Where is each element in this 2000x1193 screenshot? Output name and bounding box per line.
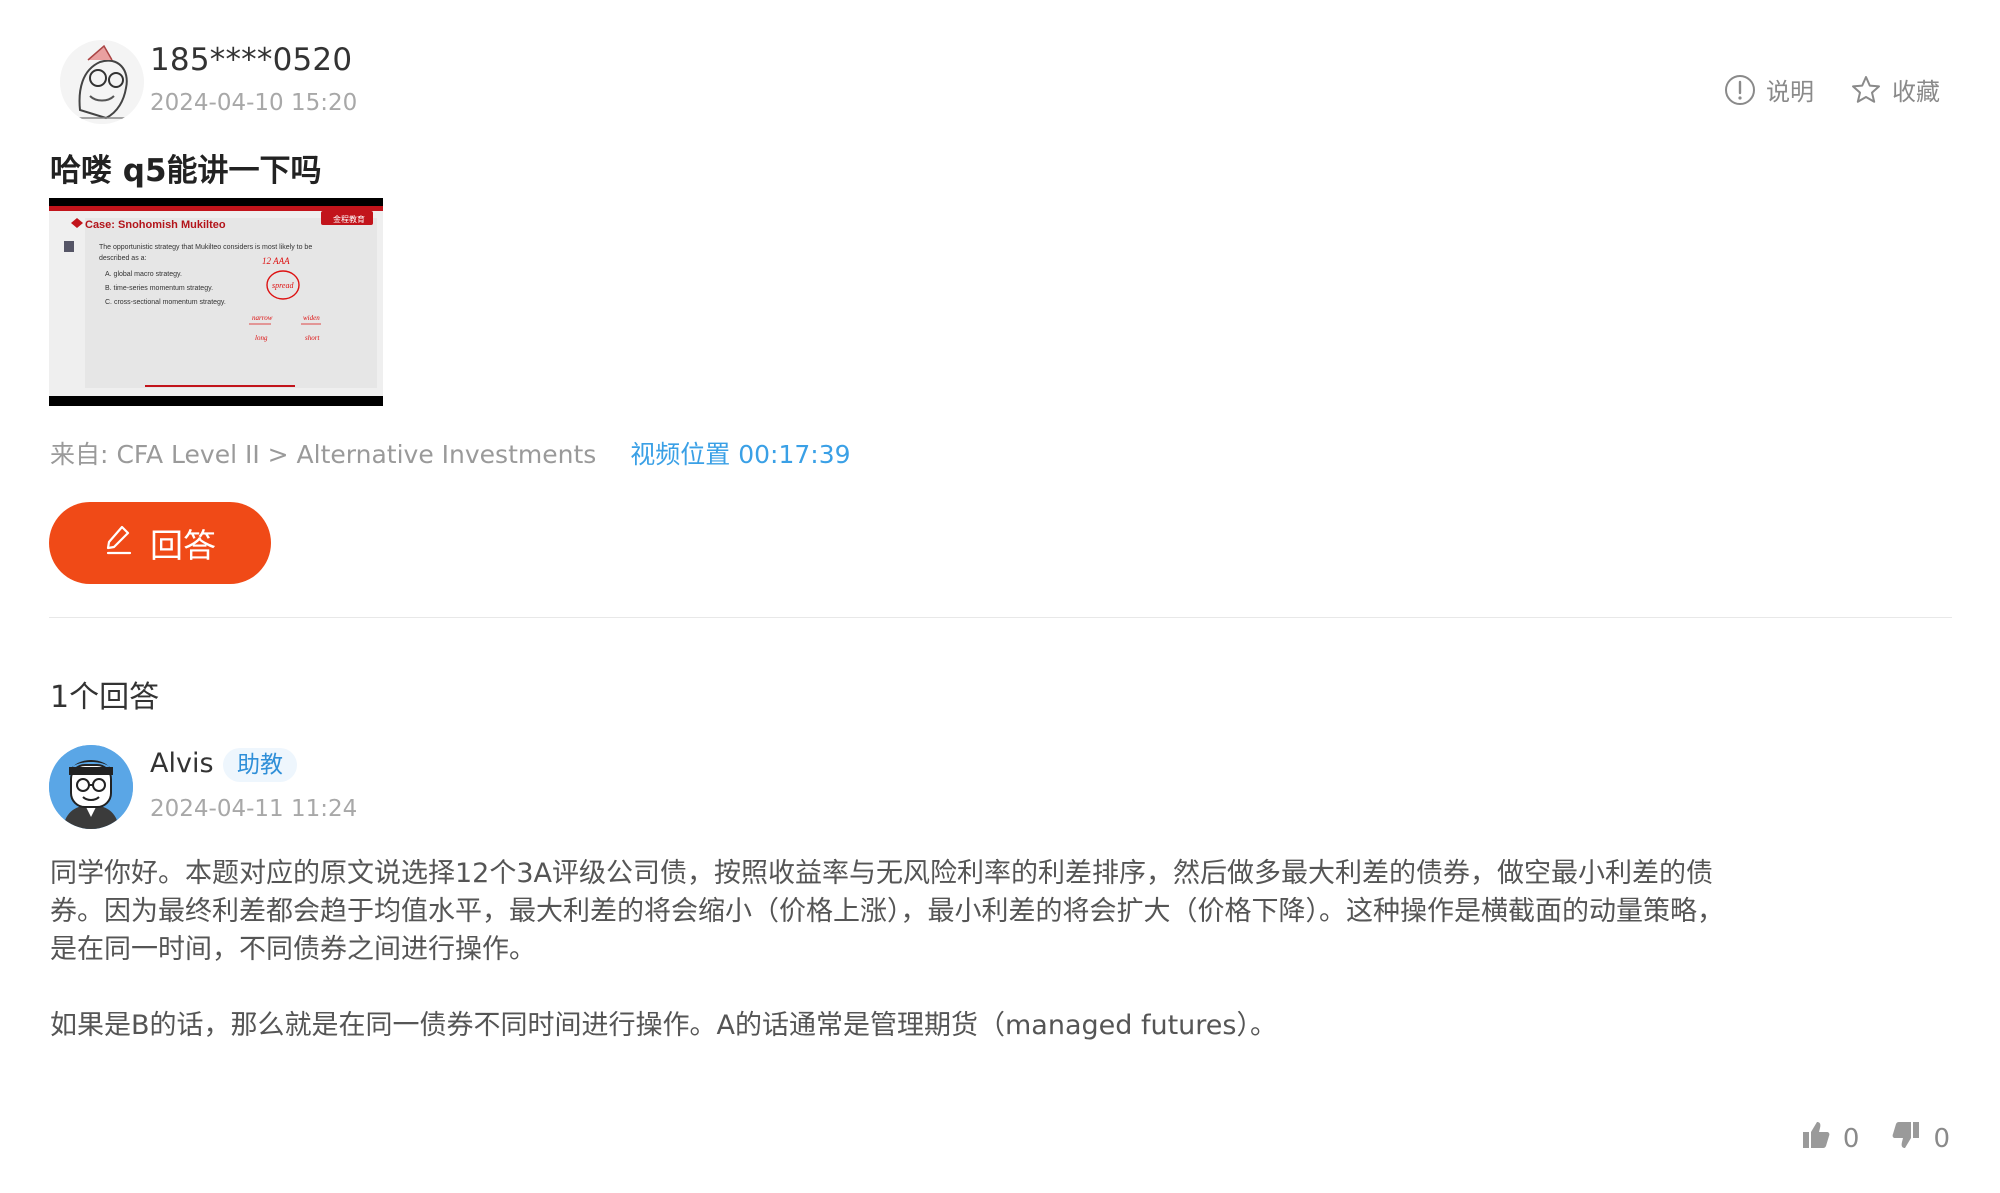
answer-button-label: 回答 bbox=[150, 527, 216, 564]
thumb-option-b: B. time-series momentum strategy. bbox=[105, 285, 213, 292]
pen-icon bbox=[104, 523, 134, 563]
question-title: 哈喽 q5能讲一下吗 bbox=[50, 153, 322, 189]
question-source: 来自: CFA Level II > Alternative Investmen… bbox=[50, 435, 851, 471]
video-position-link[interactable]: 视频位置 00:17:39 bbox=[630, 435, 850, 471]
thumb-slide-title: Case: Snohomish Mukilteo bbox=[85, 219, 226, 231]
thumb-brand: 金程教育 bbox=[333, 214, 365, 224]
thumb-note-aaa: 12 AAA bbox=[262, 256, 290, 266]
star-icon bbox=[1850, 74, 1882, 106]
answer-body: 同学你好。本题对应的原文说选择12个3A评级公司债，按照收益率与无风险利率的利差… bbox=[50, 855, 1750, 1083]
question-timestamp: 2024-04-10 15:20 bbox=[150, 90, 358, 116]
explain-label: 说明 bbox=[1766, 78, 1814, 106]
thumbs-down-icon bbox=[1891, 1120, 1921, 1157]
thumb-note-widen: widen bbox=[303, 314, 320, 322]
question-author-name[interactable]: 185****0520 bbox=[150, 42, 352, 78]
video-thumbnail[interactable]: Case: Snohomish Mukilteo 金程教育 The opport… bbox=[49, 198, 383, 406]
explain-button[interactable]: 说明 bbox=[1724, 72, 1814, 107]
answer-paragraph: 同学你好。本题对应的原文说选择12个3A评级公司债，按照收益率与无风险利率的利差… bbox=[50, 858, 1724, 965]
question-author-avatar[interactable] bbox=[60, 40, 144, 124]
answer-paragraph: 如果是B的话，那么就是在同一债券不同时间进行操作。A的话通常是管理期货（mana… bbox=[50, 1010, 1277, 1041]
dislike-count: 0 bbox=[1933, 1123, 1950, 1154]
thumb-question-line2: described as a: bbox=[99, 255, 147, 262]
answer-votes: 0 0 bbox=[1801, 1120, 1950, 1157]
favorite-label: 收藏 bbox=[1892, 78, 1940, 106]
source-path[interactable]: CFA Level II > Alternative Investments bbox=[116, 440, 596, 469]
thumb-option-c: C. cross-sectional momentum strategy. bbox=[105, 299, 226, 306]
favorite-button[interactable]: 收藏 bbox=[1850, 72, 1940, 107]
thumb-option-a: A. global macro strategy. bbox=[105, 271, 182, 278]
source-label: 来自: bbox=[50, 440, 109, 469]
thumb-note-short: short bbox=[305, 334, 320, 342]
top-actions: 说明 收藏 bbox=[1724, 72, 1940, 107]
thumbs-up-icon bbox=[1801, 1120, 1831, 1157]
answer-author-avatar[interactable] bbox=[49, 745, 133, 829]
info-circle-icon bbox=[1724, 74, 1756, 106]
answer-timestamp: 2024-04-11 11:24 bbox=[150, 796, 358, 822]
like-count: 0 bbox=[1842, 1123, 1860, 1154]
question-detail-page: 185****0520 2024-04-10 15:20 说明 收藏 哈喽 q5… bbox=[0, 0, 2000, 1193]
thumb-note-long: long bbox=[255, 334, 268, 342]
role-badge: 助教 bbox=[223, 748, 297, 782]
section-divider bbox=[49, 617, 1952, 618]
dislike-button[interactable]: 0 bbox=[1891, 1120, 1950, 1157]
answers-count: 1个回答 bbox=[50, 680, 160, 715]
thumb-question-line1: The opportunistic strategy that Mukilteo… bbox=[99, 244, 312, 251]
answer-button[interactable]: 回答 bbox=[49, 502, 271, 584]
thumb-note-narrow: narrow bbox=[252, 314, 273, 322]
like-button[interactable]: 0 bbox=[1801, 1120, 1860, 1157]
thumb-note-spread: spread bbox=[272, 281, 294, 290]
answer-author-name[interactable]: Alvis bbox=[150, 748, 214, 779]
